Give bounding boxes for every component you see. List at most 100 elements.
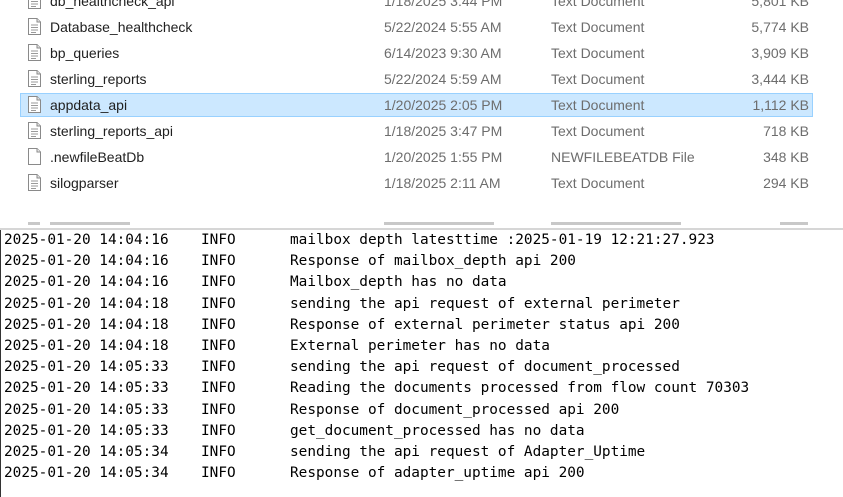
log-output: 2025-01-20 14:04:16 INFO mailbox depth lat… (0, 230, 843, 497)
log-message: Response of document_processed api 200 (290, 401, 620, 418)
log-message: Response of adapter_uptime api 200 (290, 465, 585, 482)
partial-file-row (0, 222, 843, 228)
log-message: get_document_processed has no data (290, 422, 585, 439)
file-row[interactable]: sterling_reports 5/22/2024 5:59 AM Text Do… (0, 66, 843, 92)
log-message: sending the api request of Adapter_Uptim… (290, 443, 646, 460)
file-name[interactable]: sterling_reports_api (50, 123, 173, 139)
file-rows: db_healthcheck_api 1/18/2025 3:44 PM Text … (0, 0, 843, 196)
file-size: 5,774 KB (751, 19, 809, 35)
log-timestamp: 2025-01-20 14:04:16 (4, 253, 169, 270)
file-name[interactable]: appdata_api (50, 97, 127, 113)
log-level: INFO (201, 337, 236, 354)
log-timestamp: 2025-01-20 14:04:16 (4, 274, 169, 291)
file-size: 5,801 KB (751, 0, 809, 9)
log-line: 2025-01-20 14:05:34 INFO sending the api r… (0, 442, 843, 463)
log-message: mailbox depth latesttime :2025-01-19 12:… (290, 232, 715, 248)
log-level: INFO (201, 295, 236, 312)
file-row[interactable]: bp_queries 6/14/2023 9:30 AM Text Document… (0, 40, 843, 66)
log-level: INFO (201, 253, 236, 270)
log-line: 2025-01-20 14:04:18 INFO Response of exter… (0, 315, 843, 336)
file-type: Text Document (551, 175, 645, 191)
log-line: 2025-01-20 14:04:18 INFO sending the api r… (0, 294, 843, 315)
log-timestamp: 2025-01-20 14:05:34 (4, 465, 169, 482)
file-type: Text Document (551, 123, 645, 139)
log-line: 2025-01-20 14:04:18 INFO External perimete… (0, 336, 843, 357)
file-date-modified: 1/20/2025 2:05 PM (384, 97, 503, 113)
text-document-icon (28, 174, 41, 191)
text-document-icon (28, 96, 41, 113)
log-level: INFO (201, 232, 236, 248)
file-row[interactable]: silogparser 1/18/2025 2:11 AM Text Documen… (0, 170, 843, 196)
file-type: Text Document (551, 0, 645, 9)
log-level: INFO (201, 274, 236, 291)
file-size: 718 KB (763, 123, 809, 139)
log-level: INFO (201, 380, 236, 397)
file-date-modified: 6/14/2023 9:30 AM (384, 45, 502, 61)
file-name[interactable]: silogparser (50, 175, 118, 191)
log-message: Reading the documents processed from flo… (290, 380, 750, 397)
file-type: Text Document (551, 19, 645, 35)
file-date-modified: 1/20/2025 1:55 PM (384, 149, 503, 165)
file-explorer-list: db_healthcheck_api 1/18/2025 3:44 PM Text … (0, 0, 843, 230)
file-name[interactable]: bp_queries (50, 45, 119, 61)
log-timestamp: 2025-01-20 14:05:33 (4, 359, 169, 376)
file-row[interactable]: sterling_reports_api 1/18/2025 3:47 PM Tex… (0, 118, 843, 144)
file-size: 1,112 KB (752, 97, 809, 113)
log-message: Response of mailbox_depth api 200 (290, 253, 576, 270)
log-timestamp: 2025-01-20 14:04:18 (4, 316, 169, 333)
file-row[interactable]: .newfileBeatDb 1/20/2025 1:55 PM NEWFILEBE… (0, 144, 843, 170)
file-date-modified: 5/22/2024 5:55 AM (384, 19, 502, 35)
text-document-icon (28, 0, 41, 9)
log-level: INFO (201, 359, 236, 376)
log-timestamp: 2025-01-20 14:04:18 (4, 337, 169, 354)
file-date-modified: 1/18/2025 2:11 AM (384, 175, 501, 191)
log-line: 2025-01-20 14:04:16 INFO Mailbox_depth has… (0, 272, 843, 293)
file-type: Text Document (551, 45, 645, 61)
log-message: sending the api request of document_proc… (290, 359, 680, 376)
log-line: 2025-01-20 14:04:16 INFO mailbox depth lat… (0, 230, 843, 251)
file-name[interactable]: db_healthcheck_api (50, 0, 175, 9)
file-type: Text Document (551, 71, 645, 87)
file-row[interactable]: Database_healthcheck 5/22/2024 5:55 AM Tex… (0, 14, 843, 40)
log-message: Response of external perimeter status ap… (290, 316, 680, 333)
log-line: 2025-01-20 14:05:33 INFO sending the api r… (0, 357, 843, 378)
log-level: INFO (201, 401, 236, 418)
log-message: External perimeter has no data (290, 337, 550, 354)
log-timestamp: 2025-01-20 14:05:33 (4, 422, 169, 439)
log-line: 2025-01-20 14:05:33 INFO Response of docum… (0, 400, 843, 421)
log-message: Mailbox_depth has no data (290, 274, 507, 291)
file-date-modified: 1/18/2025 3:47 PM (384, 123, 503, 139)
file-size: 294 KB (763, 175, 809, 191)
log-level: INFO (201, 443, 236, 460)
file-name[interactable]: Database_healthcheck (50, 19, 192, 35)
text-document-icon (28, 122, 41, 139)
log-line: 2025-01-20 14:05:33 INFO Reading the docum… (0, 378, 843, 399)
file-size: 348 KB (763, 149, 809, 165)
log-line: 2025-01-20 14:05:33 INFO get_document_proc… (0, 421, 843, 442)
file-type: NEWFILEBEATDB File (551, 149, 695, 165)
log-timestamp: 2025-01-20 14:04:16 (4, 232, 169, 248)
file-date-modified: 1/18/2025 3:44 PM (384, 0, 503, 9)
log-level: INFO (201, 465, 236, 482)
log-timestamp: 2025-01-20 14:04:18 (4, 295, 169, 312)
log-line: 2025-01-20 14:05:34 INFO Response of adapt… (0, 463, 843, 484)
file-size: 3,909 KB (751, 45, 809, 61)
file-type: Text Document (551, 97, 645, 113)
log-timestamp: 2025-01-20 14:05:34 (4, 443, 169, 460)
blank-file-icon (28, 148, 41, 165)
log-message: sending the api request of external peri… (290, 295, 680, 312)
log-timestamp: 2025-01-20 14:05:33 (4, 401, 169, 418)
file-row-selected[interactable]: appdata_api 1/20/2025 2:05 PM Text Documen… (0, 92, 843, 118)
file-row[interactable]: db_healthcheck_api 1/18/2025 3:44 PM Text … (0, 0, 843, 14)
text-document-icon (28, 70, 41, 87)
log-level: INFO (201, 316, 236, 333)
file-name[interactable]: sterling_reports (50, 71, 147, 87)
file-date-modified: 5/22/2024 5:59 AM (384, 71, 502, 87)
log-level: INFO (201, 422, 236, 439)
text-document-icon (28, 44, 41, 61)
text-document-icon (28, 18, 41, 35)
file-size: 3,444 KB (751, 71, 809, 87)
log-timestamp: 2025-01-20 14:05:33 (4, 380, 169, 397)
file-name[interactable]: .newfileBeatDb (50, 149, 144, 165)
log-lines: 2025-01-20 14:04:16 INFO mailbox depth lat… (0, 230, 843, 484)
